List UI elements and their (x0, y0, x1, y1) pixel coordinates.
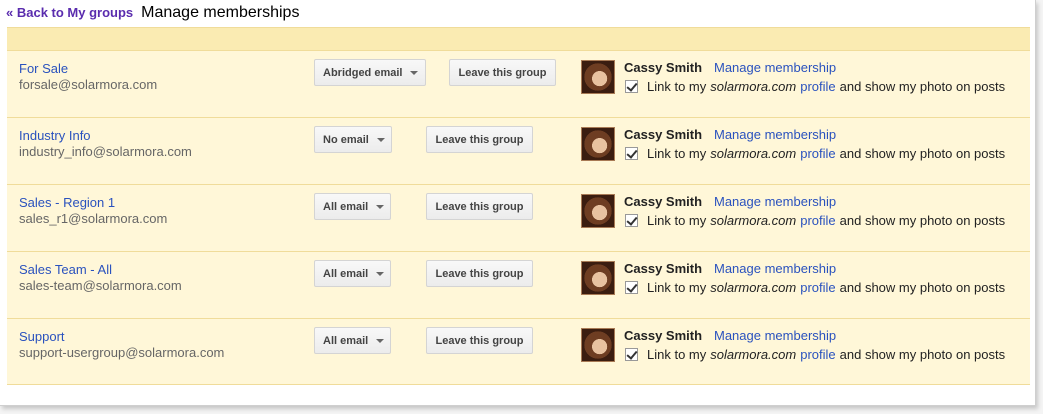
domain-text: solarmora.com (710, 347, 797, 362)
avatar (581, 194, 615, 228)
profile-link[interactable]: profile (800, 280, 835, 295)
profile-link-option: Link to my solarmora.com profile and sho… (625, 79, 1005, 94)
delivery-select[interactable]: All email (314, 327, 391, 354)
chevron-down-icon (376, 137, 385, 142)
chevron-down-icon (376, 271, 385, 276)
delivery-select-label: No email (323, 133, 369, 146)
page-title: Manage memberships (141, 4, 300, 21)
profile-link[interactable]: profile (800, 347, 835, 362)
avatar (581, 127, 615, 161)
manage-membership-link[interactable]: Manage membership (714, 127, 836, 142)
link-profile-checkbox[interactable] (625, 348, 638, 361)
domain-text: solarmora.com (710, 213, 797, 228)
link-suffix-text: and show my photo on posts (839, 280, 1006, 295)
profile-link[interactable]: profile (800, 213, 835, 228)
group-email: sales_r1@solarmora.com (19, 211, 168, 226)
delivery-select-label: All email (323, 334, 369, 347)
avatar (581, 328, 615, 362)
delivery-select[interactable]: Abridged email (314, 59, 426, 86)
delivery-select-label: All email (323, 267, 369, 280)
table-row: Industry Info industry_info@solarmora.co… (7, 118, 1030, 185)
member-name: Cassy Smith (624, 194, 703, 209)
domain-text: solarmora.com (710, 79, 797, 94)
link-suffix-text: and show my photo on posts (839, 79, 1006, 94)
group-email: forsale@solarmora.com (19, 77, 158, 92)
profile-link-option: Link to my solarmora.com profile and sho… (625, 280, 1005, 295)
memberships-table: For Sale forsale@solarmora.com Abridged … (7, 27, 1030, 385)
link-profile-checkbox[interactable] (625, 80, 638, 93)
leave-group-button[interactable]: Leave this group (426, 260, 533, 287)
link-profile-checkbox[interactable] (625, 147, 638, 160)
group-info: Support support-usergroup@solarmora.com (19, 329, 224, 361)
back-to-groups-link[interactable]: « Back to My groups (6, 5, 133, 20)
manage-membership-link[interactable]: Manage membership (714, 261, 836, 276)
link-suffix-text: and show my photo on posts (839, 347, 1006, 362)
delivery-select[interactable]: No email (314, 126, 392, 153)
manage-membership-link[interactable]: Manage membership (714, 194, 836, 209)
link-suffix-text: and show my photo on posts (839, 213, 1006, 228)
link-profile-checkbox[interactable] (625, 214, 638, 227)
link-suffix-text: and show my photo on posts (839, 146, 1006, 161)
group-info: Sales - Region 1 sales_r1@solarmora.com (19, 195, 167, 227)
manage-membership-link[interactable]: Manage membership (714, 328, 836, 343)
group-name-link[interactable]: Support (19, 329, 224, 345)
delivery-select-label: Abridged email (323, 66, 403, 79)
chevron-down-icon (410, 70, 419, 75)
leave-group-button[interactable]: Leave this group (426, 193, 533, 220)
group-info: For Sale forsale@solarmora.com (19, 61, 157, 93)
group-info: Industry Info industry_info@solarmora.co… (19, 128, 192, 160)
profile-link-option: Link to my solarmora.com profile and sho… (625, 146, 1005, 161)
link-prefix-text: Link to my (647, 213, 707, 228)
profile-link-option: Link to my solarmora.com profile and sho… (625, 347, 1005, 362)
leave-group-button[interactable]: Leave this group (426, 126, 533, 153)
group-name-link[interactable]: Industry Info (19, 128, 192, 144)
window-frame: « Back to My groups Manage memberships F… (0, 0, 1036, 406)
page-header: « Back to My groups Manage memberships (6, 4, 299, 26)
table-row: For Sale forsale@solarmora.com Abridged … (7, 51, 1030, 118)
delivery-select[interactable]: All email (314, 193, 391, 220)
group-name-link[interactable]: Sales - Region 1 (19, 195, 167, 211)
group-email: sales-team@solarmora.com (19, 278, 182, 293)
group-info: Sales Team - All sales-team@solarmora.co… (19, 262, 182, 294)
delivery-select-label: All email (323, 200, 369, 213)
domain-text: solarmora.com (710, 146, 797, 161)
link-prefix-text: Link to my (647, 146, 707, 161)
table-row: Sales Team - All sales-team@solarmora.co… (7, 252, 1030, 319)
chevron-down-icon (376, 338, 385, 343)
table-header-band (7, 28, 1030, 51)
chevron-down-icon (376, 204, 385, 209)
group-name-link[interactable]: Sales Team - All (19, 262, 182, 278)
leave-group-button[interactable]: Leave this group (426, 327, 533, 354)
member-name: Cassy Smith (624, 127, 703, 142)
leave-group-button[interactable]: Leave this group (449, 59, 556, 86)
profile-link[interactable]: profile (800, 146, 835, 161)
domain-text: solarmora.com (710, 280, 797, 295)
member-name: Cassy Smith (624, 261, 703, 276)
table-row: Support support-usergroup@solarmora.com … (7, 319, 1030, 385)
link-profile-checkbox[interactable] (625, 281, 638, 294)
manage-membership-link[interactable]: Manage membership (714, 60, 836, 75)
link-prefix-text: Link to my (647, 347, 707, 362)
avatar (581, 60, 615, 94)
member-name: Cassy Smith (624, 60, 703, 75)
member-name: Cassy Smith (624, 328, 703, 343)
link-prefix-text: Link to my (647, 79, 707, 94)
table-row: Sales - Region 1 sales_r1@solarmora.com … (7, 185, 1030, 252)
avatar (581, 261, 615, 295)
delivery-select[interactable]: All email (314, 260, 391, 287)
link-prefix-text: Link to my (647, 280, 707, 295)
group-name-link[interactable]: For Sale (19, 61, 157, 77)
profile-link-option: Link to my solarmora.com profile and sho… (625, 213, 1005, 228)
profile-link[interactable]: profile (800, 79, 835, 94)
group-email: support-usergroup@solarmora.com (19, 345, 225, 360)
group-email: industry_info@solarmora.com (19, 144, 192, 159)
